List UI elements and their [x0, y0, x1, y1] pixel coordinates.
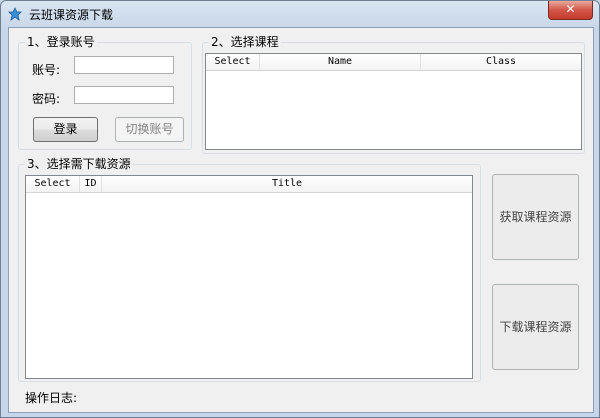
app-icon: [8, 7, 22, 21]
app-window: 云班课资源下载 ✕ 1、登录账号 账号: 密码: 登录 切换账号 2、选择课程 …: [0, 0, 600, 418]
column-header-class[interactable]: Class: [421, 54, 581, 70]
window-title: 云班课资源下载: [29, 8, 114, 22]
course-group-label: 2、选择课程: [209, 35, 281, 49]
column-header-id[interactable]: ID: [80, 176, 102, 192]
column-header-name[interactable]: Name: [260, 54, 421, 70]
login-group: 1、登录账号 账号: 密码: 登录 切换账号: [18, 35, 192, 150]
title-bar[interactable]: 云班课资源下载 ✕: [1, 1, 599, 27]
fetch-resources-button[interactable]: 获取课程资源: [492, 174, 579, 260]
column-header-select[interactable]: Select: [206, 54, 260, 70]
account-label: 账号:: [32, 63, 61, 77]
password-input[interactable]: [74, 86, 174, 104]
resource-list[interactable]: Select ID Title: [25, 175, 473, 379]
client-area: 1、登录账号 账号: 密码: 登录 切换账号 2、选择课程 Select Nam…: [8, 27, 594, 413]
close-icon: ✕: [565, 2, 576, 16]
login-group-label: 1、登录账号: [25, 35, 97, 49]
download-resources-button[interactable]: 下载课程资源: [492, 284, 579, 370]
switch-account-button[interactable]: 切换账号: [115, 117, 184, 142]
column-header-title[interactable]: Title: [102, 176, 472, 192]
column-header-select[interactable]: Select: [26, 176, 80, 192]
course-list[interactable]: Select Name Class: [205, 53, 582, 150]
password-label: 密码:: [32, 92, 61, 106]
account-input[interactable]: [74, 56, 174, 74]
resource-group: 3、选择需下载资源 Select ID Title: [18, 157, 481, 382]
login-button[interactable]: 登录: [33, 117, 98, 142]
course-list-header: Select Name Class: [206, 54, 581, 71]
resource-list-header: Select ID Title: [26, 176, 472, 193]
close-button[interactable]: ✕: [548, 1, 593, 20]
resource-group-label: 3、选择需下载资源: [25, 157, 133, 171]
log-label: 操作日志:: [25, 391, 78, 405]
course-group: 2、选择课程 Select Name Class: [202, 35, 585, 154]
